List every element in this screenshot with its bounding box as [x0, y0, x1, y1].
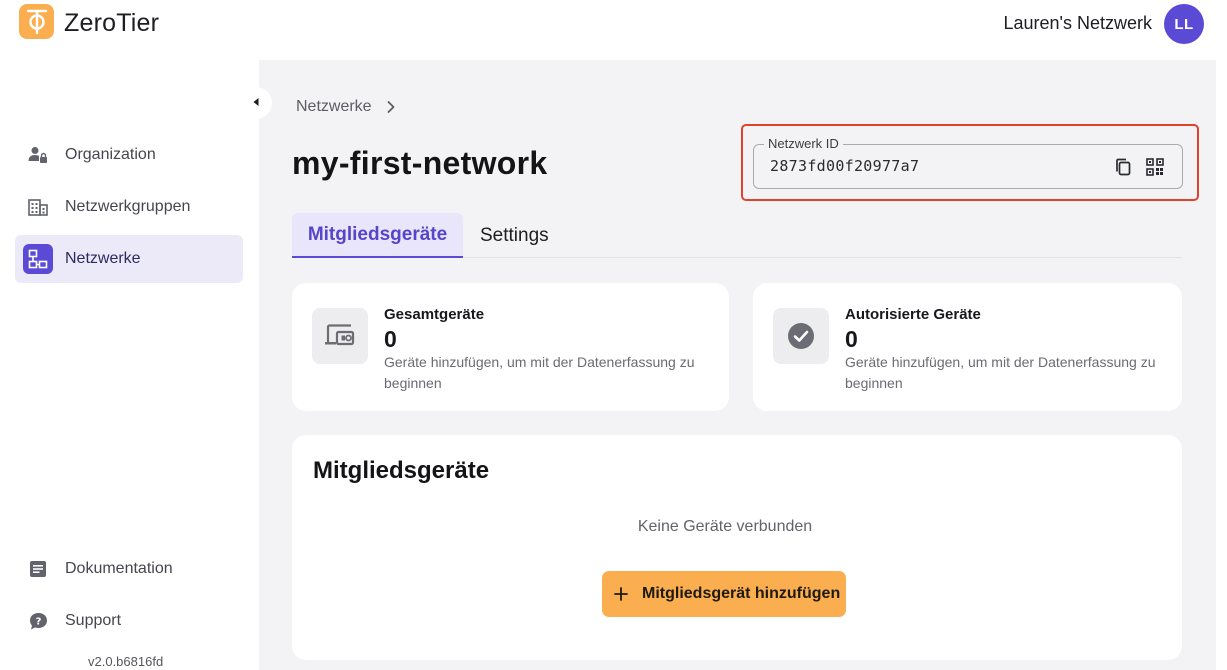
- sidebar-item-label: Organization: [65, 146, 156, 163]
- stat-card-total-devices: Gesamtgeräte 0 Geräte hinzufügen, um mit…: [292, 283, 729, 411]
- stat-description: Geräte hinzufügen, um mit der Datenerfas…: [845, 354, 1156, 391]
- top-header: ZeroTier Lauren's Netzwerk LL: [0, 0, 1227, 48]
- page-title: my-first-network: [292, 145, 548, 181]
- devices-icon: [312, 308, 368, 364]
- person-lock-icon: [27, 144, 49, 166]
- sidebar-collapse-button[interactable]: [240, 87, 272, 119]
- network-tabs: Mitgliedsgeräte Settings: [292, 213, 1182, 258]
- sidebar-item-dokumentation[interactable]: Dokumentation: [15, 545, 243, 593]
- stat-label: Autorisierte Geräte: [845, 306, 981, 323]
- qr-code-icon[interactable]: [1144, 156, 1166, 178]
- zerotier-logo-icon[interactable]: [19, 4, 54, 39]
- collapse-left-icon: [252, 94, 260, 112]
- network-icon: [23, 244, 53, 274]
- add-member-button-label: Mitgliedsgerät hinzufügen: [642, 585, 841, 602]
- members-card: Mitgliedsgeräte Keine Geräte verbunden M…: [292, 435, 1182, 660]
- empty-state-text: Keine Geräte verbunden: [637, 518, 813, 535]
- chat-question-icon: ?: [27, 610, 49, 632]
- chevron-right-icon: [386, 100, 396, 114]
- sidebar-item-label: Netzwerkgruppen: [65, 198, 191, 215]
- members-title: Mitgliedsgeräte: [313, 457, 490, 484]
- add-member-button[interactable]: Mitgliedsgerät hinzufügen: [602, 571, 846, 617]
- sidebar: Organization Netzwerkgruppen Netzwerke D…: [0, 60, 259, 670]
- breadcrumb-link-netzwerke[interactable]: Netzwerke: [296, 98, 372, 116]
- copy-icon[interactable]: [1112, 156, 1134, 178]
- check-circle-icon: [773, 308, 829, 364]
- tab-settings[interactable]: Settings: [464, 213, 565, 258]
- sidebar-item-label: Netzwerke: [65, 250, 141, 267]
- network-id-value[interactable]: 2873fd00f20977a7: [770, 157, 919, 175]
- sidebar-item-organization[interactable]: Organization: [15, 131, 243, 179]
- network-id-field[interactable]: Netzwerk ID 2873fd00f20977a7: [753, 136, 1183, 189]
- sidebar-item-netzwerkgruppen[interactable]: Netzwerkgruppen: [15, 183, 243, 231]
- stat-value: 0: [384, 326, 397, 352]
- building-icon: [27, 196, 49, 218]
- stat-label: Gesamtgeräte: [384, 306, 485, 323]
- tab-mitgliedsgeraete[interactable]: Mitgliedsgeräte: [292, 213, 463, 258]
- plus-icon: [614, 587, 628, 601]
- sidebar-item-label: Support: [65, 612, 122, 629]
- sidebar-item-netzwerke[interactable]: Netzwerke: [15, 235, 243, 283]
- app-version: v2.0.b6816fd: [88, 654, 164, 669]
- document-icon: [27, 558, 49, 580]
- app-title: ZeroTier: [64, 9, 160, 37]
- sidebar-item-label: Dokumentation: [65, 560, 173, 577]
- breadcrumb: Netzwerke: [296, 98, 396, 116]
- stat-description: Geräte hinzufügen, um mit der Datenerfas…: [384, 354, 695, 391]
- user-avatar[interactable]: LL: [1164, 4, 1204, 44]
- stat-card-authorized-devices: Autorisierte Geräte 0 Geräte hinzufügen,…: [753, 283, 1182, 411]
- network-id-label: Netzwerk ID: [764, 136, 843, 151]
- stat-value: 0: [845, 326, 858, 352]
- sidebar-item-support[interactable]: ? Support: [15, 597, 243, 645]
- svg-text:?: ?: [35, 616, 41, 627]
- main-content: Netzwerke my-first-network Netzwerk ID 2…: [259, 60, 1216, 670]
- account-name[interactable]: Lauren's Netzwerk: [1004, 13, 1153, 34]
